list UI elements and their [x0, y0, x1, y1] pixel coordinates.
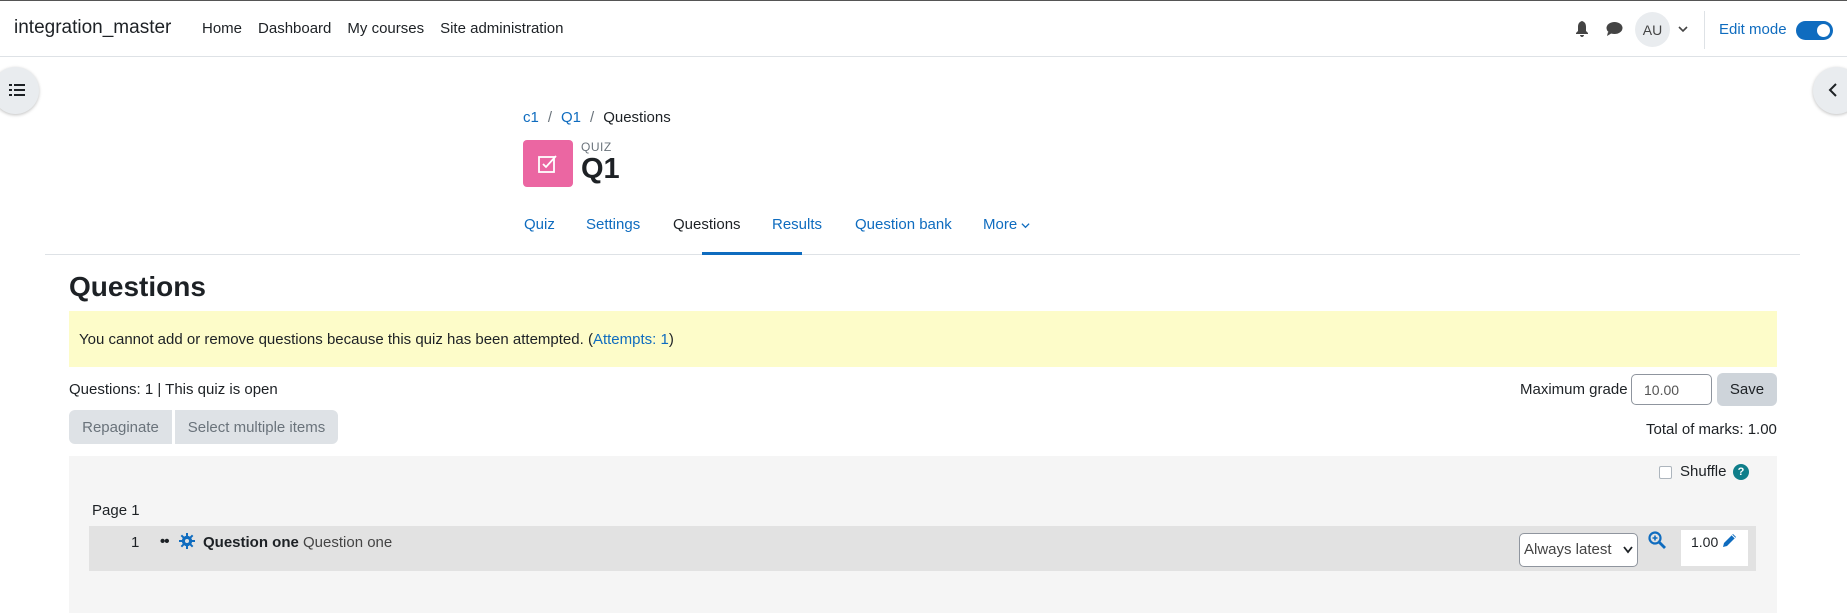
- tab-results[interactable]: Results: [772, 216, 822, 233]
- chevron-down-icon[interactable]: [1677, 23, 1689, 35]
- save-button[interactable]: Save: [1717, 373, 1777, 406]
- question-number: 1: [131, 534, 140, 551]
- activity-type: QUIZ: [581, 140, 612, 154]
- nav-site-administration[interactable]: Site administration: [440, 20, 563, 37]
- breadcrumb-quiz[interactable]: Q1: [561, 109, 581, 126]
- tab-more-label: More: [983, 216, 1018, 233]
- secondary-navigation: Quiz Settings Questions Results Question…: [45, 210, 1800, 255]
- active-tab-indicator: [702, 252, 802, 255]
- maximum-grade-label: Maximum grade: [1520, 381, 1628, 398]
- primary-navigation: Home Dashboard My courses Site administr…: [202, 20, 580, 37]
- help-icon[interactable]: ?: [1733, 464, 1749, 480]
- breadcrumb-separator: /: [590, 109, 595, 126]
- nav-home[interactable]: Home: [202, 20, 242, 37]
- top-navbar: integration_master Home Dashboard My cou…: [0, 0, 1847, 57]
- avatar[interactable]: AU: [1635, 12, 1670, 47]
- attempted-warning-alert: You cannot add or remove questions becau…: [69, 311, 1777, 367]
- shuffle-checkbox[interactable]: [1659, 466, 1672, 479]
- bell-icon[interactable]: [1575, 21, 1589, 37]
- preview-zoom-icon[interactable]: [1648, 531, 1666, 549]
- page-title: Q1: [581, 153, 620, 185]
- repaginate-button[interactable]: Repaginate: [69, 410, 172, 444]
- block-drawer-button[interactable]: [1813, 67, 1847, 114]
- select-multiple-items-button[interactable]: Select multiple items: [175, 410, 338, 444]
- question-name: Question one Question one: [203, 534, 392, 551]
- question-text: Question one: [303, 534, 393, 551]
- list-icon: [9, 84, 25, 96]
- tab-more[interactable]: More: [983, 216, 1030, 233]
- question-mark: 1.00: [1691, 534, 1719, 550]
- pencil-icon[interactable]: [1722, 532, 1738, 548]
- edit-mode-toggle[interactable]: [1796, 21, 1833, 40]
- chevron-down-icon: [1623, 546, 1633, 554]
- alert-suffix: ): [668, 331, 674, 348]
- tab-question-bank[interactable]: Question bank: [855, 216, 952, 233]
- nav-my-courses[interactable]: My courses: [347, 20, 424, 37]
- question-title[interactable]: Question one: [203, 534, 299, 551]
- divider: [1704, 11, 1705, 49]
- chevron-left-icon: [1828, 83, 1837, 97]
- nav-dashboard[interactable]: Dashboard: [258, 20, 331, 37]
- gear-icon[interactable]: [179, 533, 195, 549]
- question-version-select[interactable]: Always latest: [1519, 533, 1638, 567]
- edit-mode-label: Edit mode: [1719, 21, 1787, 38]
- quiz-status-info: Questions: 1 | This quiz is open: [69, 381, 278, 398]
- total-marks: Total of marks: 1.00: [1646, 421, 1777, 438]
- version-selected-value: Always latest: [1524, 541, 1612, 558]
- tab-settings[interactable]: Settings: [586, 216, 640, 233]
- course-index-drawer-button[interactable]: [0, 67, 39, 114]
- chat-bubble-icon[interactable]: [1606, 21, 1623, 37]
- quiz-activity-icon: [523, 140, 573, 187]
- breadcrumb: c1 / Q1 / Questions: [523, 109, 671, 126]
- tab-quiz[interactable]: Quiz: [524, 216, 555, 233]
- shuffle-label: Shuffle: [1680, 463, 1727, 480]
- breadcrumb-separator: /: [547, 109, 553, 126]
- tab-questions[interactable]: Questions: [673, 216, 741, 233]
- breadcrumb-current: Questions: [603, 109, 671, 126]
- site-name[interactable]: integration_master: [14, 17, 171, 39]
- alert-text: You cannot add or remove questions becau…: [79, 331, 593, 348]
- drag-handle-icon[interactable]: ••: [160, 533, 169, 550]
- breadcrumb-course[interactable]: c1: [523, 109, 539, 126]
- maximum-grade-input[interactable]: [1631, 374, 1712, 405]
- chevron-down-icon: [1021, 222, 1030, 228]
- section-heading: Questions: [69, 271, 206, 302]
- checkbox-icon: [538, 155, 557, 173]
- attempts-link[interactable]: Attempts: 1: [593, 331, 669, 348]
- page-label: Page 1: [92, 502, 140, 519]
